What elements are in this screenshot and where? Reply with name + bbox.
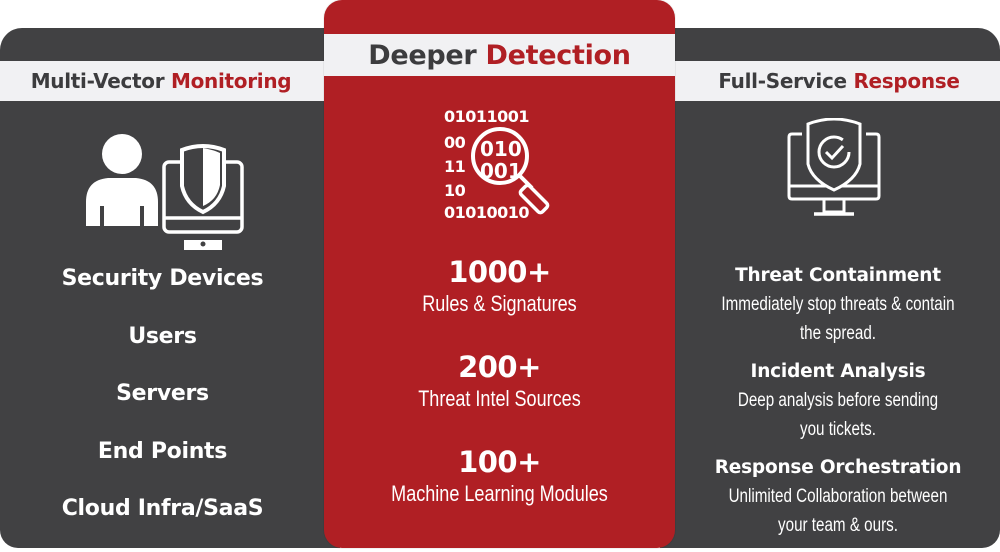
response-item-desc: Deep analysis before sending <box>737 390 939 411</box>
response-header: Full-Service Response <box>660 61 1000 101</box>
lens-line: 010 <box>480 137 522 161</box>
stat-value: 100+ <box>458 445 541 479</box>
detection-header: Deeper Detection <box>324 34 675 76</box>
monitor-shield-check-icon <box>786 117 882 228</box>
binary-line: 01011001 <box>444 107 529 126</box>
list-item: Cloud Infra/SaaS <box>61 496 264 521</box>
response-item-desc: your team & ours. <box>778 515 898 536</box>
response-item-title: Incident Analysis <box>750 361 926 382</box>
list-item: Security Devices <box>61 266 264 291</box>
binary-magnifier-icon: 01011001 00 11 10 01010010 010 001 <box>442 106 566 228</box>
detection-title-plain: Deeper <box>368 39 486 71</box>
response-item-desc: you tickets. <box>799 419 877 440</box>
list-item: End Points <box>97 438 228 464</box>
detection-stats: 1000+ Rules & Signatures 200+ Threat Int… <box>324 255 675 540</box>
monitoring-list: Security Devices Users Servers End Point… <box>0 264 325 552</box>
response-item-desc: Unlimited Collaboration between <box>728 486 948 507</box>
response-item: Incident Analysis Deep analysis before s… <box>676 358 1000 444</box>
binary-line: 00 <box>444 133 466 152</box>
response-item: Response Orchestration Unlimited Collabo… <box>676 454 1000 540</box>
response-list: Threat Containment Immediately stop thre… <box>676 262 1000 550</box>
list-item: Users <box>128 323 197 349</box>
stat-value: 1000+ <box>448 255 551 289</box>
stat-item: 200+ Threat Intel Sources <box>324 350 675 445</box>
stat-item: 1000+ Rules & Signatures <box>324 255 675 350</box>
detection-title-accent: Detection <box>485 39 631 71</box>
stat-item: 100+ Machine Learning Modules <box>324 445 675 540</box>
response-item-title: Threat Containment <box>735 265 941 286</box>
response-item-desc: Immediately stop threats & contain <box>721 294 955 315</box>
response-panel: Full-Service Response Threat Containment… <box>660 28 1000 548</box>
monitor-shield-icon <box>160 140 246 260</box>
user-icon <box>84 132 160 232</box>
binary-line: 01010010 <box>444 203 529 222</box>
monitoring-panel: Multi-Vector Monitoring Security Devices… <box>0 28 340 548</box>
response-title-accent: Response <box>853 69 960 93</box>
monitoring-title-accent: Monitoring <box>170 69 292 93</box>
monitoring-header: Multi-Vector Monitoring <box>0 61 340 101</box>
response-item-title: Response Orchestration <box>714 457 962 478</box>
binary-line: 11 <box>444 157 466 176</box>
list-item: Servers <box>116 381 209 406</box>
lens-line: 001 <box>480 159 522 183</box>
response-item-desc: the spread. <box>799 323 877 344</box>
stat-label: Machine Learning Modules <box>391 481 608 506</box>
response-title-plain: Full-Service <box>718 69 854 93</box>
response-item: Threat Containment Immediately stop thre… <box>676 262 1000 348</box>
binary-line: 10 <box>444 181 466 200</box>
stat-label: Threat Intel Sources <box>418 386 581 411</box>
stat-label: Rules & Signatures <box>422 291 577 316</box>
detection-panel: Deeper Detection 01011001 00 11 10 01010… <box>324 0 675 548</box>
stat-value: 200+ <box>458 350 541 384</box>
monitoring-title-plain: Multi-Vector <box>30 69 171 93</box>
